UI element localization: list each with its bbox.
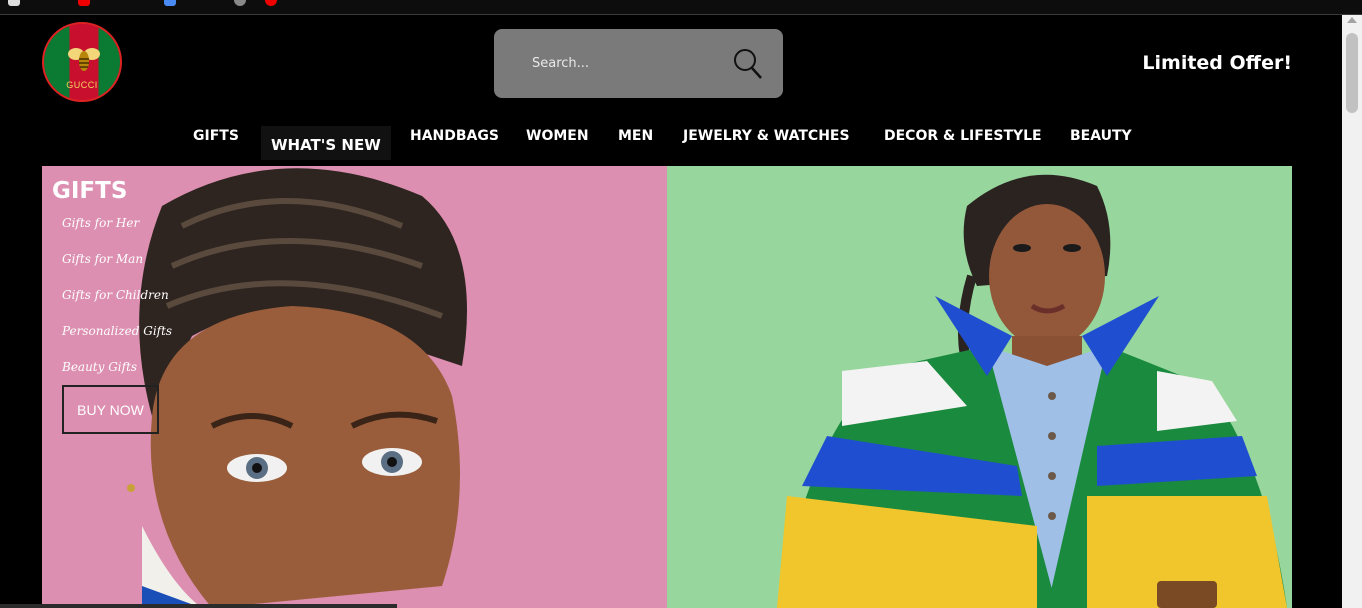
nav-item-gifts[interactable]: GIFTS <box>193 128 239 144</box>
bookmark-icon[interactable] <box>8 0 20 6</box>
bookmark-icon[interactable] <box>234 0 246 6</box>
hero-banner: GIFTS Gifts for Her Gifts for Man Gifts … <box>42 166 1292 608</box>
nav-item-handbags[interactable]: HANDBAGS <box>410 128 499 144</box>
hero-left-panel: GIFTS Gifts for Her Gifts for Man Gifts … <box>42 166 667 608</box>
search-icon[interactable] <box>733 48 763 80</box>
nav-item-beauty[interactable]: BEAUTY <box>1070 128 1132 144</box>
gift-link-beauty[interactable]: Beauty Gifts <box>62 360 137 374</box>
gifts-menu: GIFTS Gifts for Her Gifts for Man Gifts … <box>52 178 172 434</box>
nav-item-women[interactable]: WOMEN <box>526 128 589 144</box>
gift-link-children[interactable]: Gifts for Children <box>62 288 169 302</box>
gift-link-her[interactable]: Gifts for Her <box>62 216 139 230</box>
nav-item-jewelry-watches[interactable]: JEWELRY & WATCHES <box>683 128 850 144</box>
bookmark-icon[interactable] <box>78 0 90 6</box>
main-nav: GIFTS WHAT'S NEW HANDBAGS WOMEN MEN JEWE… <box>0 118 1342 164</box>
nav-item-men[interactable]: MEN <box>618 128 653 144</box>
bookmark-icon[interactable] <box>265 0 277 6</box>
browser-bookmark-strip <box>0 0 1362 15</box>
logo-text: GUCCI <box>66 80 98 90</box>
brand-logo[interactable]: GUCCI <box>42 22 122 102</box>
scroll-thumb[interactable] <box>1346 33 1358 113</box>
gifts-title: GIFTS <box>52 178 128 204</box>
bottom-status-bar <box>0 604 397 608</box>
search-input[interactable] <box>532 51 712 75</box>
hero-right-panel <box>667 166 1292 608</box>
nav-item-decor-lifestyle[interactable]: DECOR & LIFESTYLE <box>884 128 1042 144</box>
limited-offer-link[interactable]: Limited Offer! <box>1142 52 1292 74</box>
search-box <box>494 29 783 98</box>
bookmark-icon[interactable] <box>164 0 176 6</box>
gift-link-man[interactable]: Gifts for Man <box>62 252 143 266</box>
model-jacket-right-image <box>777 174 1287 608</box>
nav-item-whats-new[interactable]: WHAT'S NEW <box>261 126 391 160</box>
gift-link-personalized[interactable]: Personalized Gifts <box>62 324 172 338</box>
bee-icon <box>68 48 100 71</box>
buy-now-button[interactable]: BUY NOW <box>62 385 159 434</box>
page-scrollbar[interactable] <box>1342 15 1362 608</box>
scroll-up-arrow-icon[interactable] <box>1347 17 1357 23</box>
